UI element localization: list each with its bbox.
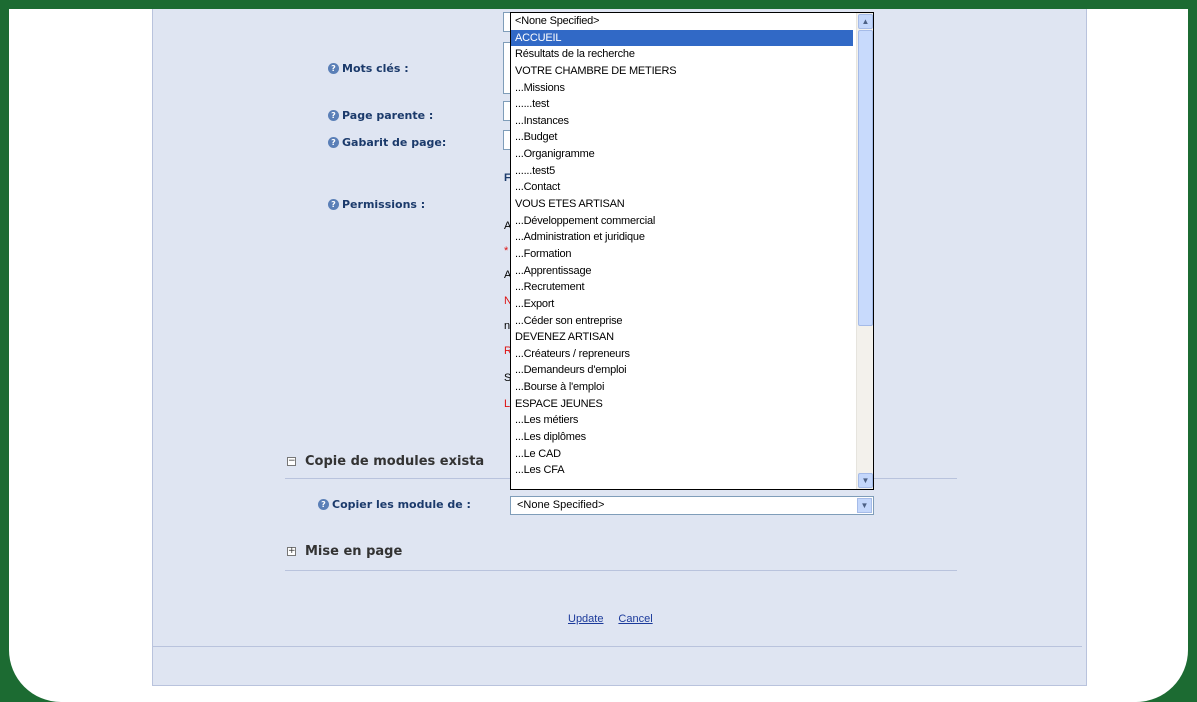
dropdown-option[interactable]: ...Administration et juridique	[511, 229, 873, 246]
keywords-label-text: Mots clés :	[342, 62, 409, 75]
dropdown-option[interactable]: ...Bourse à l'emploi	[511, 379, 873, 396]
permissions-label-text: Permissions :	[342, 198, 426, 211]
help-icon[interactable]: ?	[328, 110, 339, 121]
arrow-down-icon[interactable]: ▼	[858, 473, 873, 488]
section-divider	[285, 570, 957, 571]
keywords-label: ? Mots clés :	[328, 62, 409, 75]
dropdown-option[interactable]: ...Instances	[511, 113, 873, 130]
dropdown-option[interactable]: ...Les diplômes	[511, 429, 873, 446]
help-icon[interactable]: ?	[318, 499, 329, 510]
dropdown-option[interactable]: ...Demandeurs d'emploi	[511, 362, 873, 379]
scrollbar-thumb[interactable]	[858, 30, 873, 326]
cancel-link[interactable]: Cancel	[618, 613, 652, 625]
arrow-up-icon[interactable]: ▲	[858, 14, 873, 29]
minus-box-icon[interactable]: −	[287, 457, 296, 466]
layout-section-title: Mise en page	[305, 544, 403, 559]
copy-from-select-value: <None Specified>	[517, 499, 605, 511]
dropdown-option[interactable]: ...Missions	[511, 80, 873, 97]
layout-section-header[interactable]: + Mise en page	[287, 544, 402, 559]
form-actions: Update Cancel	[568, 609, 653, 627]
dropdown-options: <None Specified> ACCUEIL Résultats de la r…	[511, 13, 873, 479]
dropdown-option[interactable]: ...Recrutement	[511, 279, 873, 296]
copy-modules-section-title: Copie de modules exista	[305, 454, 485, 469]
update-link[interactable]: Update	[568, 613, 603, 625]
copy-from-label-text: Copier les module de :	[332, 498, 471, 511]
copy-from-label: ? Copier les module de :	[318, 498, 471, 511]
dropdown-option[interactable]: ACCUEIL	[511, 29, 853, 47]
dropdown-option[interactable]: ...Les métiers	[511, 412, 873, 429]
dropdown-option[interactable]: ESPACE JEUNES	[511, 396, 873, 413]
dropdown-option[interactable]: VOUS ETES ARTISAN	[511, 196, 873, 213]
dropdown-option[interactable]: ...Le CAD	[511, 446, 873, 463]
window-frame-top	[0, 0, 1197, 9]
help-icon[interactable]: ?	[328, 63, 339, 74]
dropdown-option[interactable]: ...Céder son entreprise	[511, 313, 873, 330]
dropdown-option[interactable]: ...Développement commercial	[511, 213, 873, 230]
chevron-down-icon[interactable]: ▼	[857, 498, 872, 513]
dropdown-option[interactable]: ......test5	[511, 163, 873, 180]
dropdown-option[interactable]: ...Organigramme	[511, 146, 873, 163]
plus-box-icon[interactable]: +	[287, 547, 296, 556]
dropdown-option[interactable]: ...Apprentissage	[511, 263, 873, 280]
help-icon[interactable]: ?	[328, 137, 339, 148]
dropdown-option[interactable]: ...Contact	[511, 179, 873, 196]
copy-from-select[interactable]: <None Specified> ▼	[510, 496, 874, 515]
dropdown-option[interactable]: ...Budget	[511, 129, 873, 146]
permissions-label: ? Permissions :	[328, 198, 425, 211]
dropdown-option[interactable]: ...Formation	[511, 246, 873, 263]
parent-page-label-text: Page parente :	[342, 109, 434, 122]
copy-modules-section-header[interactable]: − Copie de modules exista	[287, 454, 484, 469]
dropdown-option[interactable]: ......test	[511, 96, 873, 113]
parent-page-dropdown-list[interactable]: <None Specified> ACCUEIL Résultats de la r…	[510, 12, 874, 490]
dropdown-option[interactable]: Résultats de la recherche	[511, 46, 873, 63]
footer-divider	[152, 646, 1082, 647]
permission-role-fragment: *	[504, 245, 509, 257]
dropdown-option[interactable]: ...Export	[511, 296, 873, 313]
dropdown-scrollbar[interactable]: ▲ ▼	[856, 13, 873, 489]
dropdown-option[interactable]: DEVENEZ ARTISAN	[511, 329, 873, 346]
page-template-label: ? Gabarit de page:	[328, 136, 446, 149]
dropdown-option[interactable]: ...Les CFA	[511, 462, 873, 479]
page-template-label-text: Gabarit de page:	[342, 136, 447, 149]
dropdown-option[interactable]: ...Créateurs / repreneurs	[511, 346, 873, 363]
dropdown-option[interactable]: <None Specified>	[511, 13, 873, 30]
help-icon[interactable]: ?	[328, 199, 339, 210]
dropdown-option[interactable]: VOTRE CHAMBRE DE METIERS	[511, 63, 873, 80]
parent-page-label: ? Page parente :	[328, 109, 433, 122]
